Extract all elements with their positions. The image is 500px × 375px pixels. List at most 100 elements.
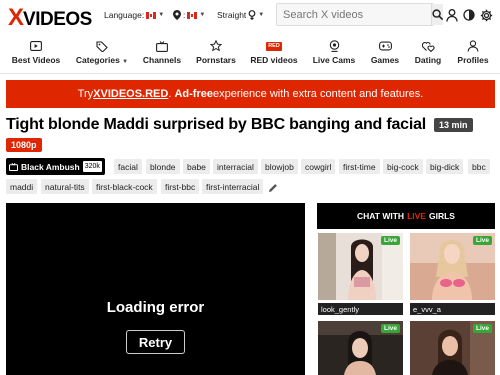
video-title: Tight blonde Maddi surprised by BBC bang… — [6, 116, 427, 133]
account-button[interactable] — [444, 7, 460, 23]
promo-link[interactable]: XVIDEOS.RED — [93, 88, 168, 100]
pencil-icon — [269, 184, 277, 192]
tag-cowgirl[interactable]: cowgirl — [301, 159, 336, 174]
tag-facial[interactable]: facial — [114, 159, 142, 174]
nav-profiles[interactable]: Profiles — [455, 36, 491, 72]
live-badge: Live — [472, 324, 492, 333]
retry-button[interactable]: Retry — [126, 330, 185, 354]
tag-big-cock[interactable]: big-cock — [383, 159, 423, 174]
nav-label: RED videos — [250, 55, 298, 65]
tags-icon — [96, 40, 108, 52]
location-pin-icon — [173, 10, 181, 20]
cam-username[interactable]: e_vvv_a — [410, 303, 495, 315]
tag-blowjob[interactable]: blowjob — [261, 159, 298, 174]
orientation-label: Straight — [217, 10, 247, 20]
star-icon — [210, 40, 222, 52]
promo-text-pre: Try — [77, 88, 94, 100]
tag-blonde[interactable]: blonde — [146, 159, 180, 174]
live-cam-thumbnail[interactable]: Live — [318, 233, 403, 300]
live-header-post: GIRLS — [428, 211, 455, 221]
live-badge: Live — [380, 324, 400, 333]
live-badge: Live — [472, 236, 492, 245]
canada-flag-icon — [187, 11, 198, 19]
nav-red-videos[interactable]: RED RED videos — [248, 36, 300, 72]
uploader-button[interactable]: Black Ambush 320k — [6, 158, 105, 175]
uploader-name: Black Ambush — [21, 161, 80, 172]
tag-first-bbc[interactable]: first-bbc — [161, 179, 200, 194]
nav-label: Categories — [75, 55, 120, 65]
female-symbol-icon — [248, 10, 256, 20]
nav-label: Profiles — [457, 55, 489, 65]
caret-down-icon: ▼ — [258, 12, 265, 18]
gear-icon — [480, 9, 492, 21]
caret-down-icon: ▼ — [122, 59, 129, 65]
xvideos-logo[interactable]: X VIDEOS — [8, 4, 92, 31]
contrast-icon — [463, 9, 475, 21]
search-input[interactable] — [277, 4, 431, 25]
nav-games[interactable]: Games — [368, 36, 402, 72]
tag-bbc[interactable]: bbc — [468, 159, 490, 174]
search-icon — [432, 9, 443, 20]
live-header-pre: CHAT WITH — [357, 211, 405, 221]
user-icon — [446, 8, 458, 22]
nav-label: Dating — [414, 55, 442, 65]
tag-babe[interactable]: babe — [183, 159, 210, 174]
video-player[interactable]: Loading error Retry — [6, 203, 305, 375]
cam-username[interactable]: look_gently — [318, 303, 403, 315]
live-header-live: LIVE — [407, 211, 426, 221]
search-bar — [276, 3, 443, 26]
nav-label: Channels — [142, 55, 182, 65]
tag-big-dick[interactable]: big-dick — [426, 159, 464, 174]
settings-button[interactable] — [478, 7, 494, 23]
logo-x: X — [8, 4, 24, 31]
nav-label: Best Videos — [11, 55, 61, 65]
nav-live-cams[interactable]: Live Cams — [311, 36, 357, 72]
subscriber-count: 320k — [82, 161, 102, 172]
caret-down-icon: ▼ — [158, 12, 165, 18]
play-icon — [30, 41, 42, 51]
live-badge: Live — [380, 236, 400, 245]
country-selector[interactable]: : ▼ — [173, 8, 205, 22]
nav-pornstars[interactable]: Pornstars — [194, 36, 238, 72]
main-nav: Best Videos Categories ▼ Channels Pornst… — [0, 36, 500, 74]
tag-maddi[interactable]: maddi — [6, 179, 38, 194]
promo-text-mid: . — [168, 88, 172, 100]
edit-tags-button[interactable] — [268, 180, 278, 198]
tv-icon — [156, 40, 168, 52]
tag-first-time[interactable]: first-time — [339, 159, 380, 174]
red-promo-banner[interactable]: Try XVIDEOS.RED. Ad-free experience with… — [6, 80, 495, 108]
tag-first-black-cock[interactable]: first-black-cock — [92, 179, 157, 194]
quality-badge: 1080p — [6, 138, 42, 152]
tag-natural-tits[interactable]: natural-tits — [41, 179, 89, 194]
promo-text-post: experience with extra content and featur… — [212, 88, 424, 100]
nav-best-videos[interactable]: Best Videos — [12, 36, 60, 72]
user-icon — [467, 40, 479, 52]
nav-label: Games — [370, 55, 400, 65]
country-label: : — [183, 10, 186, 20]
canada-flag-icon — [146, 11, 157, 19]
gamepad-icon — [378, 41, 392, 51]
nav-categories[interactable]: Categories ▼ — [72, 36, 132, 72]
tv-icon — [9, 162, 18, 171]
nav-dating[interactable]: Dating — [411, 36, 445, 72]
nav-label: Pornstars — [196, 55, 236, 65]
tag-first-interracial[interactable]: first-interracial — [202, 179, 264, 194]
search-button[interactable] — [431, 4, 443, 25]
tag-interracial[interactable]: interracial — [213, 159, 258, 174]
live-girls-header[interactable]: CHAT WITH LIVE GIRLS — [317, 203, 495, 229]
logo-text: VIDEOS — [23, 9, 92, 30]
webcam-icon — [329, 40, 339, 52]
duration-badge: 13 min — [434, 118, 473, 132]
theme-toggle-button[interactable] — [461, 7, 477, 23]
nav-channels[interactable]: Channels — [142, 36, 182, 72]
orientation-selector[interactable]: Straight ▼ — [217, 8, 264, 22]
live-cam-thumbnail[interactable]: Live — [318, 321, 403, 375]
promo-text-bold: Ad-free — [174, 88, 213, 100]
live-cam-thumbnail[interactable]: Live — [410, 233, 495, 300]
nav-label: Live Cams — [312, 55, 356, 65]
caret-down-icon: ▼ — [199, 12, 206, 18]
live-cam-thumbnail[interactable]: Live — [410, 321, 495, 375]
language-selector[interactable]: Language: ▼ — [104, 8, 164, 22]
red-badge-icon: RED — [266, 41, 282, 51]
hearts-icon — [421, 41, 435, 52]
